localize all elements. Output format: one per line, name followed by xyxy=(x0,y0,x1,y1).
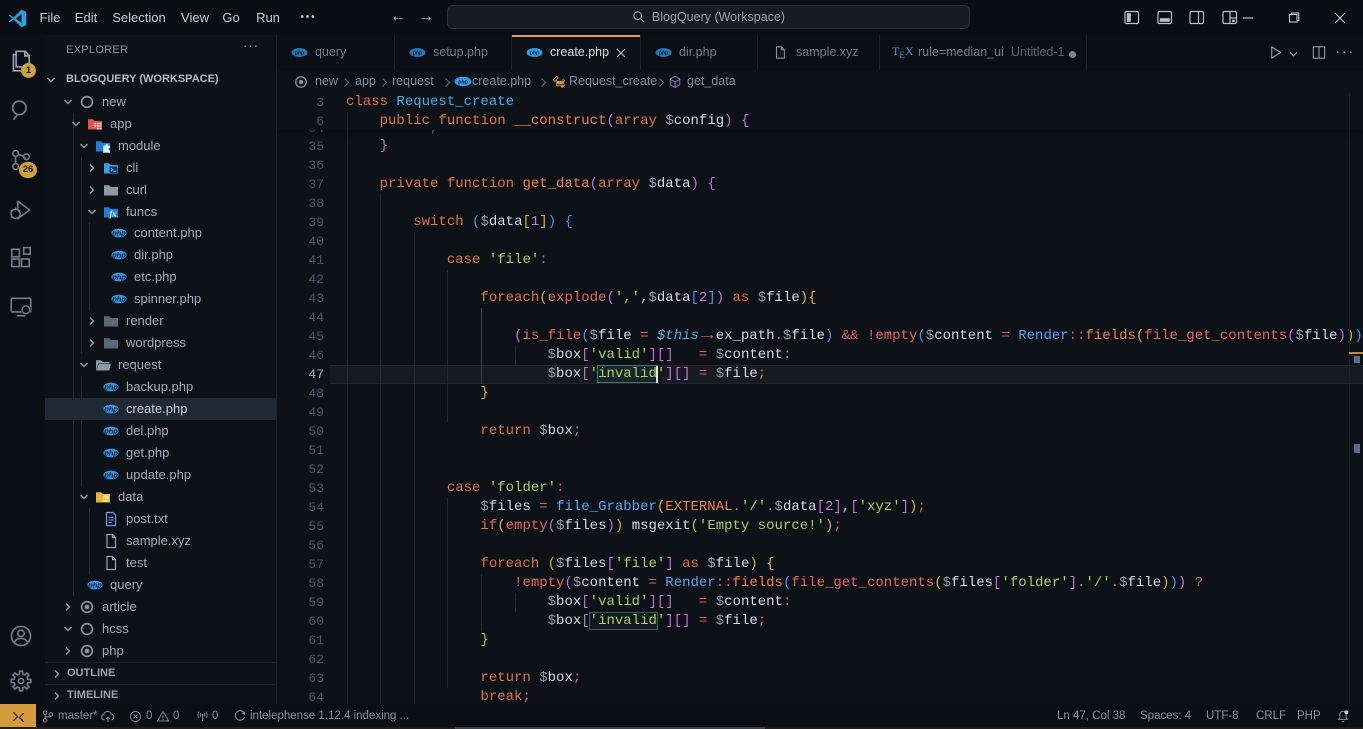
svg-text:php: php xyxy=(294,50,304,56)
svg-text:php: php xyxy=(658,50,668,56)
svg-text:php: php xyxy=(111,273,126,282)
svg-text:php: php xyxy=(457,79,468,85)
svg-text:php: php xyxy=(103,427,118,436)
svg-text:php: php xyxy=(412,50,422,56)
svg-text:php: php xyxy=(103,471,118,480)
svg-text:php: php xyxy=(111,295,126,304)
svg-text:php: php xyxy=(111,251,126,260)
svg-text:php: php xyxy=(103,449,118,458)
svg-text:php: php xyxy=(87,581,102,590)
svg-text:php: php xyxy=(529,50,539,56)
svg-text:php: php xyxy=(103,383,118,392)
svg-text:php: php xyxy=(111,229,126,238)
svg-text:php: php xyxy=(103,405,118,414)
svg-text:fx: fx xyxy=(109,209,117,219)
